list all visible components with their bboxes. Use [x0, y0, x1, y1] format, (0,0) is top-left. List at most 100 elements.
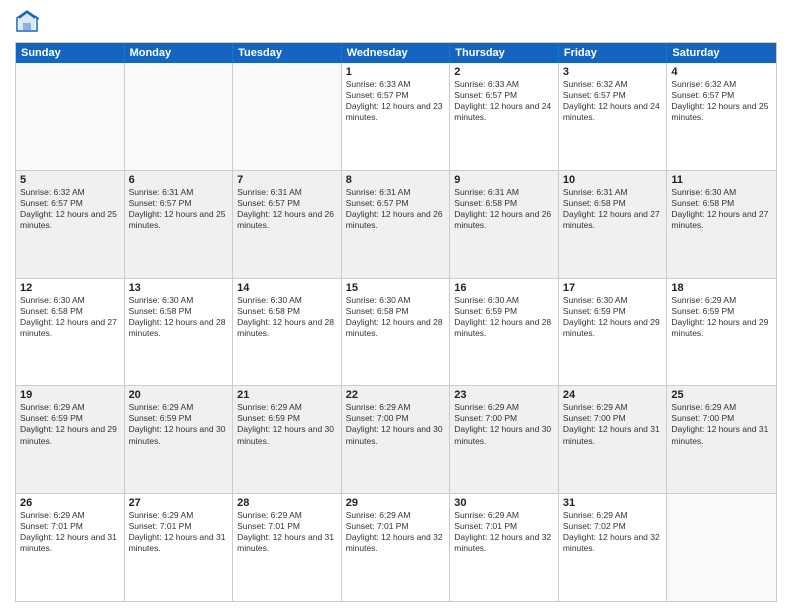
cell-info: Sunrise: 6:31 AMSunset: 6:58 PMDaylight:…	[454, 187, 554, 231]
cal-cell-day-13: 13Sunrise: 6:30 AMSunset: 6:58 PMDayligh…	[125, 279, 234, 386]
calendar-body: 1Sunrise: 6:33 AMSunset: 6:57 PMDaylight…	[16, 63, 776, 601]
cal-cell-empty	[16, 63, 125, 170]
cell-info: Sunrise: 6:29 AMSunset: 6:59 PMDaylight:…	[671, 295, 772, 339]
day-number: 19	[20, 389, 120, 401]
day-number: 29	[346, 497, 446, 509]
cell-info: Sunrise: 6:33 AMSunset: 6:57 PMDaylight:…	[454, 79, 554, 123]
cell-info: Sunrise: 6:31 AMSunset: 6:57 PMDaylight:…	[129, 187, 229, 231]
page: SundayMondayTuesdayWednesdayThursdayFrid…	[0, 0, 792, 612]
day-number: 15	[346, 282, 446, 294]
day-number: 22	[346, 389, 446, 401]
cal-header-monday: Monday	[125, 43, 234, 63]
cell-info: Sunrise: 6:29 AMSunset: 7:02 PMDaylight:…	[563, 510, 663, 554]
day-number: 2	[454, 66, 554, 78]
day-number: 17	[563, 282, 663, 294]
cal-cell-day-14: 14Sunrise: 6:30 AMSunset: 6:58 PMDayligh…	[233, 279, 342, 386]
cal-cell-day-3: 3Sunrise: 6:32 AMSunset: 6:57 PMDaylight…	[559, 63, 668, 170]
cal-cell-day-19: 19Sunrise: 6:29 AMSunset: 6:59 PMDayligh…	[16, 386, 125, 493]
cell-info: Sunrise: 6:30 AMSunset: 6:58 PMDaylight:…	[237, 295, 337, 339]
day-number: 6	[129, 174, 229, 186]
cell-info: Sunrise: 6:31 AMSunset: 6:58 PMDaylight:…	[563, 187, 663, 231]
cal-week-2: 5Sunrise: 6:32 AMSunset: 6:57 PMDaylight…	[16, 171, 776, 279]
cal-cell-day-28: 28Sunrise: 6:29 AMSunset: 7:01 PMDayligh…	[233, 494, 342, 601]
cal-cell-empty	[125, 63, 234, 170]
cell-info: Sunrise: 6:29 AMSunset: 7:00 PMDaylight:…	[671, 402, 772, 446]
cal-cell-day-18: 18Sunrise: 6:29 AMSunset: 6:59 PMDayligh…	[667, 279, 776, 386]
day-number: 13	[129, 282, 229, 294]
day-number: 14	[237, 282, 337, 294]
cal-header-saturday: Saturday	[667, 43, 776, 63]
cell-info: Sunrise: 6:29 AMSunset: 7:01 PMDaylight:…	[129, 510, 229, 554]
cal-header-wednesday: Wednesday	[342, 43, 451, 63]
cell-info: Sunrise: 6:29 AMSunset: 7:00 PMDaylight:…	[454, 402, 554, 446]
logo	[15, 10, 43, 34]
cal-cell-day-12: 12Sunrise: 6:30 AMSunset: 6:58 PMDayligh…	[16, 279, 125, 386]
cell-info: Sunrise: 6:32 AMSunset: 6:57 PMDaylight:…	[563, 79, 663, 123]
day-number: 28	[237, 497, 337, 509]
calendar-header-row: SundayMondayTuesdayWednesdayThursdayFrid…	[16, 43, 776, 63]
cell-info: Sunrise: 6:29 AMSunset: 7:00 PMDaylight:…	[346, 402, 446, 446]
cal-cell-day-30: 30Sunrise: 6:29 AMSunset: 7:01 PMDayligh…	[450, 494, 559, 601]
cell-info: Sunrise: 6:31 AMSunset: 6:57 PMDaylight:…	[237, 187, 337, 231]
cal-cell-day-25: 25Sunrise: 6:29 AMSunset: 7:00 PMDayligh…	[667, 386, 776, 493]
cal-cell-day-2: 2Sunrise: 6:33 AMSunset: 6:57 PMDaylight…	[450, 63, 559, 170]
calendar: SundayMondayTuesdayWednesdayThursdayFrid…	[15, 42, 777, 602]
cell-info: Sunrise: 6:30 AMSunset: 6:59 PMDaylight:…	[563, 295, 663, 339]
cal-week-4: 19Sunrise: 6:29 AMSunset: 6:59 PMDayligh…	[16, 386, 776, 494]
day-number: 11	[671, 174, 772, 186]
cal-cell-day-11: 11Sunrise: 6:30 AMSunset: 6:58 PMDayligh…	[667, 171, 776, 278]
day-number: 3	[563, 66, 663, 78]
cal-cell-day-5: 5Sunrise: 6:32 AMSunset: 6:57 PMDaylight…	[16, 171, 125, 278]
day-number: 27	[129, 497, 229, 509]
header	[15, 10, 777, 34]
day-number: 21	[237, 389, 337, 401]
cal-cell-day-26: 26Sunrise: 6:29 AMSunset: 7:01 PMDayligh…	[16, 494, 125, 601]
cal-cell-day-23: 23Sunrise: 6:29 AMSunset: 7:00 PMDayligh…	[450, 386, 559, 493]
cell-info: Sunrise: 6:29 AMSunset: 7:01 PMDaylight:…	[237, 510, 337, 554]
cell-info: Sunrise: 6:29 AMSunset: 7:01 PMDaylight:…	[454, 510, 554, 554]
cal-cell-day-9: 9Sunrise: 6:31 AMSunset: 6:58 PMDaylight…	[450, 171, 559, 278]
cal-cell-day-10: 10Sunrise: 6:31 AMSunset: 6:58 PMDayligh…	[559, 171, 668, 278]
day-number: 18	[671, 282, 772, 294]
cal-week-1: 1Sunrise: 6:33 AMSunset: 6:57 PMDaylight…	[16, 63, 776, 171]
day-number: 31	[563, 497, 663, 509]
cal-week-3: 12Sunrise: 6:30 AMSunset: 6:58 PMDayligh…	[16, 279, 776, 387]
cell-info: Sunrise: 6:30 AMSunset: 6:58 PMDaylight:…	[129, 295, 229, 339]
day-number: 26	[20, 497, 120, 509]
cell-info: Sunrise: 6:30 AMSunset: 6:58 PMDaylight:…	[671, 187, 772, 231]
cal-cell-day-21: 21Sunrise: 6:29 AMSunset: 6:59 PMDayligh…	[233, 386, 342, 493]
cal-cell-day-27: 27Sunrise: 6:29 AMSunset: 7:01 PMDayligh…	[125, 494, 234, 601]
day-number: 7	[237, 174, 337, 186]
day-number: 9	[454, 174, 554, 186]
cal-header-thursday: Thursday	[450, 43, 559, 63]
cell-info: Sunrise: 6:30 AMSunset: 6:58 PMDaylight:…	[20, 295, 120, 339]
cal-cell-day-6: 6Sunrise: 6:31 AMSunset: 6:57 PMDaylight…	[125, 171, 234, 278]
cal-cell-day-22: 22Sunrise: 6:29 AMSunset: 7:00 PMDayligh…	[342, 386, 451, 493]
cell-info: Sunrise: 6:29 AMSunset: 7:00 PMDaylight:…	[563, 402, 663, 446]
cell-info: Sunrise: 6:29 AMSunset: 7:01 PMDaylight:…	[20, 510, 120, 554]
cal-header-friday: Friday	[559, 43, 668, 63]
cal-cell-day-1: 1Sunrise: 6:33 AMSunset: 6:57 PMDaylight…	[342, 63, 451, 170]
day-number: 23	[454, 389, 554, 401]
cell-info: Sunrise: 6:29 AMSunset: 6:59 PMDaylight:…	[237, 402, 337, 446]
cal-header-sunday: Sunday	[16, 43, 125, 63]
cal-cell-day-24: 24Sunrise: 6:29 AMSunset: 7:00 PMDayligh…	[559, 386, 668, 493]
cell-info: Sunrise: 6:29 AMSunset: 6:59 PMDaylight:…	[20, 402, 120, 446]
cal-cell-day-16: 16Sunrise: 6:30 AMSunset: 6:59 PMDayligh…	[450, 279, 559, 386]
cal-cell-empty	[233, 63, 342, 170]
cell-info: Sunrise: 6:29 AMSunset: 7:01 PMDaylight:…	[346, 510, 446, 554]
day-number: 4	[671, 66, 772, 78]
day-number: 25	[671, 389, 772, 401]
day-number: 20	[129, 389, 229, 401]
cal-cell-day-20: 20Sunrise: 6:29 AMSunset: 6:59 PMDayligh…	[125, 386, 234, 493]
day-number: 8	[346, 174, 446, 186]
day-number: 16	[454, 282, 554, 294]
day-number: 10	[563, 174, 663, 186]
day-number: 5	[20, 174, 120, 186]
cal-cell-day-7: 7Sunrise: 6:31 AMSunset: 6:57 PMDaylight…	[233, 171, 342, 278]
cal-cell-day-15: 15Sunrise: 6:30 AMSunset: 6:58 PMDayligh…	[342, 279, 451, 386]
cell-info: Sunrise: 6:32 AMSunset: 6:57 PMDaylight:…	[20, 187, 120, 231]
cal-cell-empty	[667, 494, 776, 601]
cal-week-5: 26Sunrise: 6:29 AMSunset: 7:01 PMDayligh…	[16, 494, 776, 601]
cell-info: Sunrise: 6:30 AMSunset: 6:59 PMDaylight:…	[454, 295, 554, 339]
